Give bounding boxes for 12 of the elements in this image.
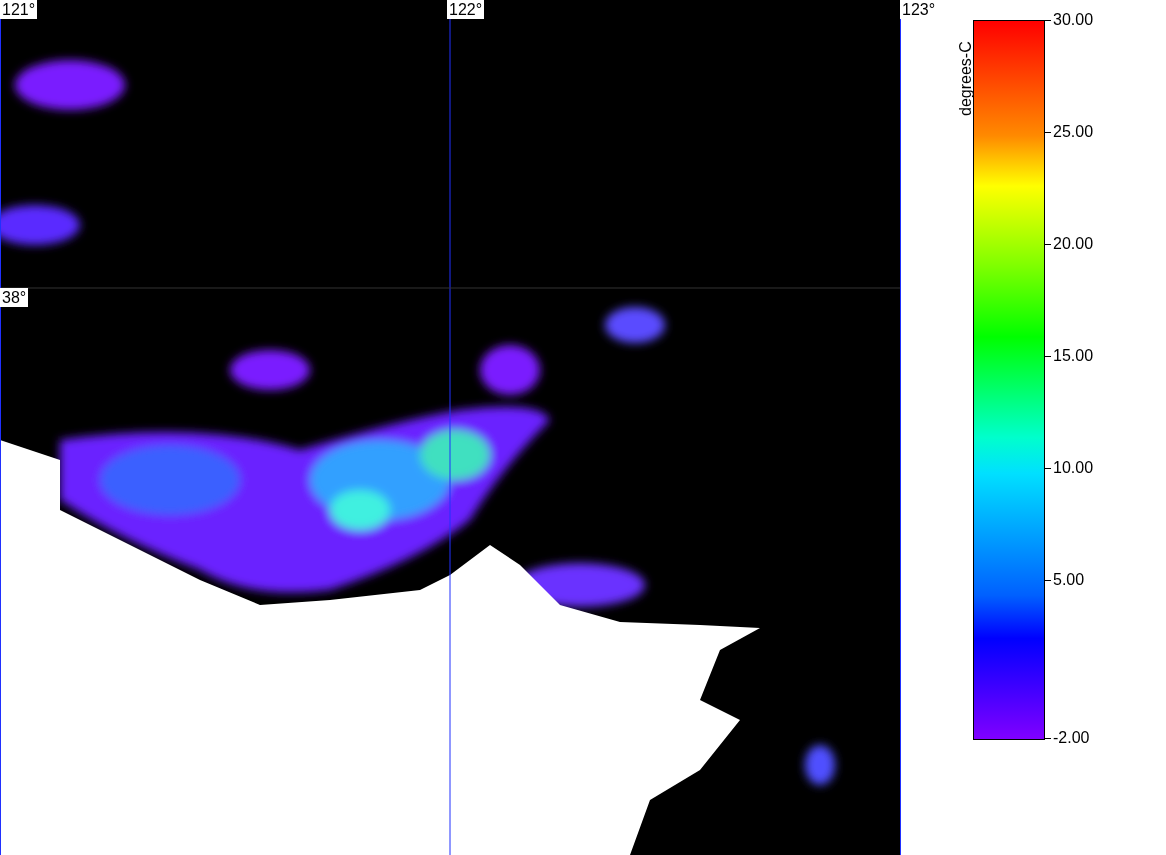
longitude-label: 121°	[0, 0, 38, 19]
longitude-label: 122°	[447, 0, 485, 19]
colorbar-tick-label: -2.00	[1045, 729, 1090, 747]
longitude-label: 123°	[900, 0, 938, 19]
latitude-label: 38°	[0, 288, 29, 307]
colorbar-tick-label: 5.00	[1045, 571, 1085, 589]
colorbar-tick-label: 20.00	[1045, 235, 1094, 253]
colorbar-tick-label: 25.00	[1045, 123, 1094, 141]
colorbar-tick-label: 15.00	[1045, 347, 1094, 365]
colorbar-tick-label: 30.00	[1045, 11, 1094, 29]
colorbar-unit-label: degrees-C	[957, 41, 975, 116]
colorbar-tick-label: 10.00	[1045, 459, 1094, 477]
